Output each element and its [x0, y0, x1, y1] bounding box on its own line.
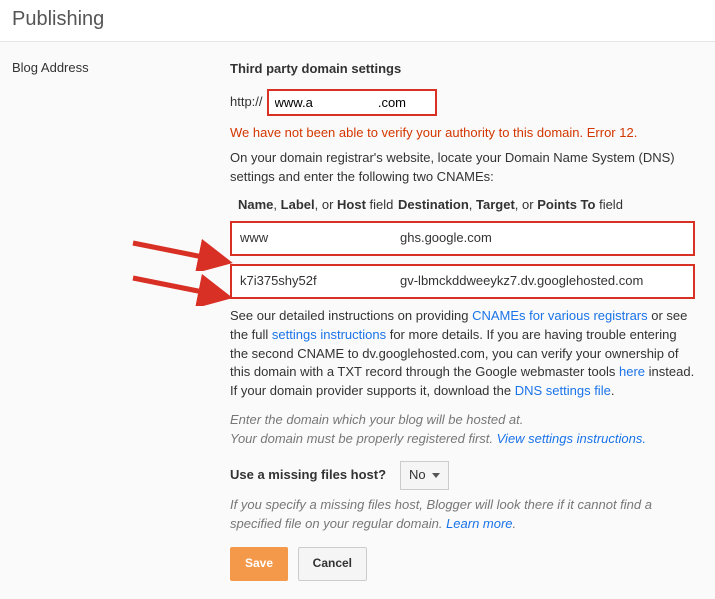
- blog-address-label: Blog Address: [12, 60, 218, 75]
- cname1-name: www: [240, 229, 400, 248]
- chevron-down-icon: [432, 473, 440, 478]
- cname-header-row: Name, Label, or Host field Destination, …: [230, 196, 695, 215]
- missing-files-dropdown[interactable]: No: [400, 461, 449, 490]
- link-view-settings-instructions[interactable]: View settings instructions.: [497, 431, 646, 446]
- cname1-dest: ghs.google.com: [400, 229, 685, 248]
- domain-input[interactable]: [267, 89, 437, 116]
- page-title: Publishing: [12, 8, 703, 31]
- cancel-button[interactable]: Cancel: [298, 547, 367, 580]
- annotation-arrow-1: [128, 231, 233, 271]
- link-learn-more[interactable]: Learn more: [446, 516, 512, 531]
- link-cname-registrars[interactable]: CNAMEs for various registrars: [472, 308, 648, 323]
- cname-record-1: www ghs.google.com: [230, 221, 695, 256]
- http-prefix: http://: [230, 93, 263, 112]
- cname2-name: k7i375shy52f: [240, 272, 400, 291]
- cname2-dest: gv-lbmckddweeykz7.dv.googlehosted.com: [400, 272, 685, 291]
- section-title: Third party domain settings: [230, 60, 695, 79]
- link-settings-instructions[interactable]: settings instructions: [272, 327, 386, 342]
- detailed-instructions: See our detailed instructions on providi…: [230, 307, 695, 401]
- save-button[interactable]: Save: [230, 547, 288, 580]
- cname-record-2: k7i375shy52f gv-lbmckddweeykz7.dv.google…: [230, 264, 695, 299]
- link-webmaster-here[interactable]: here: [619, 364, 645, 379]
- missing-files-label: Use a missing files host?: [230, 466, 386, 485]
- missing-files-desc: If you specify a missing files host, Blo…: [230, 496, 695, 534]
- annotation-arrow-2: [128, 266, 233, 306]
- dns-instruction: On your domain registrar's website, loca…: [230, 149, 695, 187]
- link-dns-settings-file[interactable]: DNS settings file: [515, 383, 611, 398]
- domain-error-msg: We have not been able to verify your aut…: [230, 124, 695, 143]
- domain-hint: Enter the domain which your blog will be…: [230, 411, 695, 449]
